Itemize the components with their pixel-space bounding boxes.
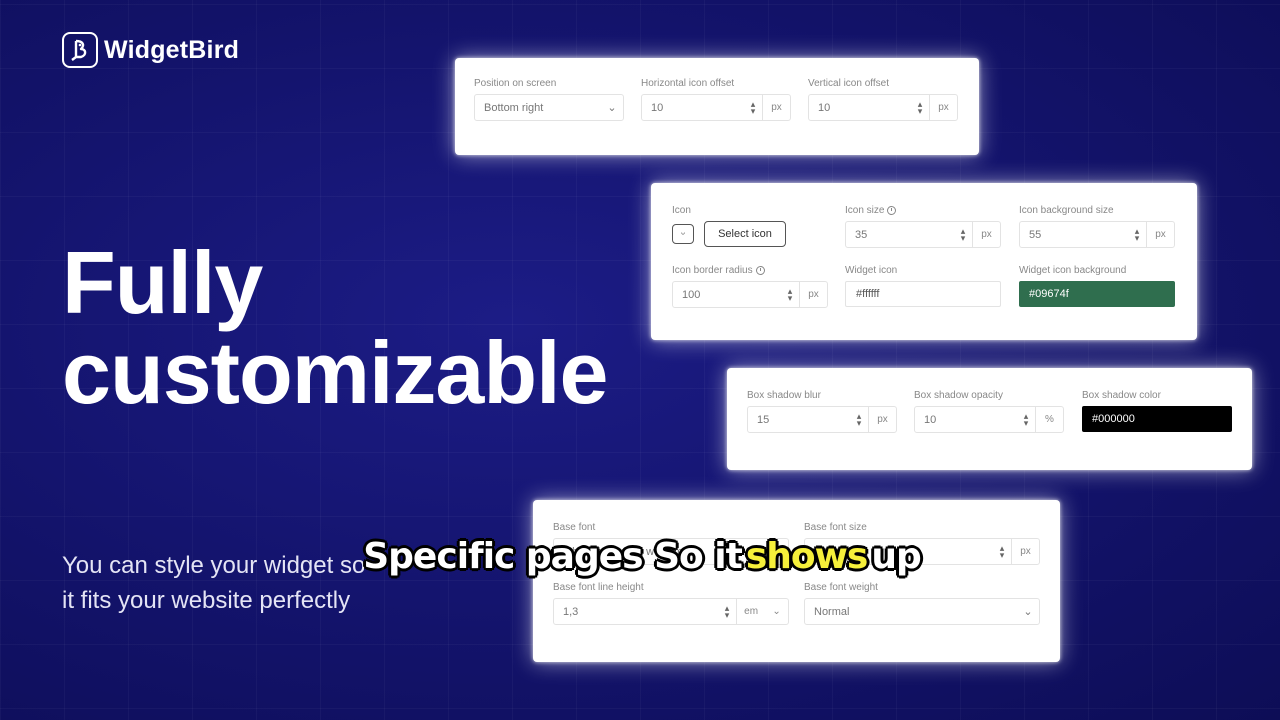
widget-icon-bg-field: Widget icon background #09674f	[1019, 265, 1175, 307]
v-offset-value: 10	[818, 101, 831, 114]
line-height-field: Base font line height 1,3 ▴ ▾ em ⌄	[553, 582, 789, 625]
h-offset-field: Horizontal icon offset 10 ▴ ▾ px	[641, 78, 791, 121]
icon-bg-size-field: Icon background size 55 ▴ ▾ px	[1019, 205, 1175, 248]
v-offset-unit: px	[929, 95, 957, 120]
position-field: Position on screen Bottom right ⌄	[474, 78, 624, 121]
font-weight-value: Normal	[814, 605, 850, 618]
chevron-down-icon: ⌄	[607, 102, 617, 114]
icon-bg-size-label: Icon background size	[1019, 205, 1114, 216]
shadow-blur-input[interactable]: 15 ▴ ▾ px	[747, 406, 897, 433]
icon-bg-size-unit: px	[1146, 222, 1174, 247]
h-offset-unit: px	[762, 95, 790, 120]
position-label: Position on screen	[474, 78, 557, 89]
stepper-icon[interactable]: ▴ ▾	[744, 99, 762, 115]
shadow-opacity-unit: %	[1035, 407, 1063, 432]
line-height-unit-select[interactable]: em ⌄	[736, 599, 788, 624]
shadow-color-input[interactable]: #000000	[1082, 406, 1232, 432]
subtext-line-2: it fits your website perfectly	[62, 587, 351, 614]
font-weight-label: Base font weight	[804, 582, 878, 593]
icon-size-unit: px	[972, 222, 1000, 247]
widget-icon-label: Widget icon	[845, 265, 898, 276]
bird-logo-icon	[62, 32, 98, 68]
line-height-label: Base font line height	[553, 582, 644, 593]
icon-panel: Icon ᵕ Select icon Icon size 35 ▴ ▾ px Ic…	[651, 183, 1197, 340]
shadow-opacity-value: 10	[924, 413, 937, 426]
shadow-opacity-input[interactable]: 10 ▴ ▾ %	[914, 406, 1064, 433]
shadow-color-field: Box shadow color #000000	[1082, 390, 1232, 432]
headline: Fully customizable	[62, 233, 608, 422]
widget-icon-color-input[interactable]: #ffffff	[845, 281, 1001, 307]
stepper-icon[interactable]: ▴ ▾	[850, 411, 868, 427]
position-panel: Position on screen Bottom right ⌄ Horizo…	[455, 58, 979, 155]
shadow-opacity-field: Box shadow opacity 10 ▴ ▾ %	[914, 390, 1064, 433]
h-offset-value: 10	[651, 101, 664, 114]
icon-size-label-text: Icon size	[845, 205, 885, 216]
position-select[interactable]: Bottom right ⌄	[474, 94, 624, 121]
shadow-opacity-label: Box shadow opacity	[914, 390, 1003, 401]
line-height-value: 1,3	[563, 605, 579, 618]
caption-highlight: shows	[745, 536, 868, 577]
stepper-icon[interactable]: ▴ ▾	[1017, 411, 1035, 427]
caption-part-1: Specific pages So it	[363, 536, 743, 577]
icon-size-label: Icon size	[845, 205, 1001, 216]
border-radius-field: Icon border radius 100 ▴ ▾ px	[672, 265, 828, 308]
h-offset-label: Horizontal icon offset	[641, 78, 735, 89]
stepper-icon[interactable]: ▴ ▾	[1128, 226, 1146, 242]
icon-bg-size-value: 55	[1029, 228, 1042, 241]
chat-smile-icon: ᵕ	[672, 224, 694, 244]
stepper-icon[interactable]: ▴ ▾	[954, 226, 972, 242]
brand: WidgetBird	[62, 32, 239, 68]
v-offset-field: Vertical icon offset 10 ▴ ▾ px	[808, 78, 958, 121]
base-font-size-label: Base font size	[804, 522, 867, 533]
h-offset-input[interactable]: 10 ▴ ▾ px	[641, 94, 791, 121]
headline-line-1: Fully	[62, 233, 263, 332]
video-caption: Specific pages So it shows up	[0, 536, 1280, 577]
icon-field: Icon ᵕ Select icon	[672, 205, 822, 247]
stepper-icon[interactable]: ▴ ▾	[781, 286, 799, 302]
border-radius-label-text: Icon border radius	[672, 265, 753, 276]
widget-icon-field: Widget icon #ffffff	[845, 265, 1001, 307]
shadow-panel: Box shadow blur 15 ▴ ▾ px Box shadow opac…	[727, 368, 1252, 470]
border-radius-unit: px	[799, 282, 827, 307]
v-offset-input[interactable]: 10 ▴ ▾ px	[808, 94, 958, 121]
icon-size-input[interactable]: 35 ▴ ▾ px	[845, 221, 1001, 248]
icon-label: Icon	[672, 205, 691, 216]
border-radius-label: Icon border radius	[672, 265, 828, 276]
icon-size-value: 35	[855, 228, 868, 241]
base-font-label: Base font	[553, 522, 596, 533]
icon-size-field: Icon size 35 ▴ ▾ px	[845, 205, 1001, 248]
info-icon[interactable]	[887, 206, 897, 215]
stepper-icon[interactable]: ▴ ▾	[911, 99, 929, 115]
shadow-blur-value: 15	[757, 413, 770, 426]
font-weight-field: Base font weight Normal ⌄	[804, 582, 1040, 625]
font-weight-select[interactable]: Normal ⌄	[804, 598, 1040, 625]
font-panel: Base font Inherit from your website ⌄ Ba…	[533, 500, 1060, 662]
brand-name: WidgetBird	[104, 35, 240, 64]
chevron-down-icon: ⌄	[1023, 606, 1033, 618]
shadow-color-label: Box shadow color	[1082, 390, 1161, 401]
headline-line-2: customizable	[62, 323, 608, 422]
caption-part-2: up	[871, 536, 921, 577]
stepper-icon[interactable]: ▴ ▾	[718, 603, 736, 619]
icon-bg-size-input[interactable]: 55 ▴ ▾ px	[1019, 221, 1175, 248]
info-icon[interactable]	[755, 266, 765, 275]
widget-icon-bg-color-input[interactable]: #09674f	[1019, 281, 1175, 307]
select-icon-button[interactable]: Select icon	[704, 221, 786, 247]
border-radius-input[interactable]: 100 ▴ ▾ px	[672, 281, 828, 308]
shadow-blur-unit: px	[868, 407, 896, 432]
border-radius-value: 100	[682, 288, 701, 301]
line-height-unit: em	[744, 606, 759, 617]
line-height-input[interactable]: 1,3 ▴ ▾ em ⌄	[553, 598, 789, 625]
v-offset-label: Vertical icon offset	[808, 78, 889, 89]
chevron-down-icon: ⌄	[772, 606, 781, 617]
widget-icon-bg-label: Widget icon background	[1019, 265, 1127, 276]
position-value: Bottom right	[484, 101, 544, 114]
shadow-blur-field: Box shadow blur 15 ▴ ▾ px	[747, 390, 897, 433]
shadow-blur-label: Box shadow blur	[747, 390, 821, 401]
